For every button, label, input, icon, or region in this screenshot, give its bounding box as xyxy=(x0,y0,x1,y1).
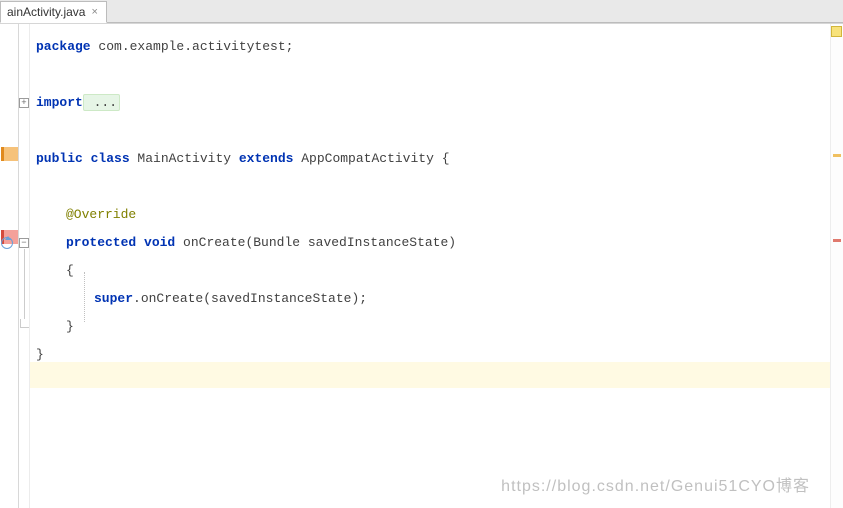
code-line: import ... xyxy=(30,88,830,116)
close-icon[interactable]: × xyxy=(91,2,97,22)
code-line: package com.example.activitytest; xyxy=(30,32,830,60)
editor: + − package com.example.activitytest; im… xyxy=(0,23,843,508)
class-name: MainActivity xyxy=(130,151,239,166)
fold-strip: + − xyxy=(19,24,30,508)
watermark-text: https://blog.csdn.net/Genui51CYO博客 xyxy=(501,472,810,496)
caret-line-highlight xyxy=(30,362,830,388)
keyword-protected: protected xyxy=(66,235,136,250)
file-tab[interactable]: ainActivity.java × xyxy=(0,1,107,23)
superclass-name: AppCompatActivity xyxy=(293,151,441,166)
keyword-public: public xyxy=(36,151,83,166)
brace-open: { xyxy=(442,151,450,166)
keyword-super: super xyxy=(94,291,133,306)
keyword-void: void xyxy=(136,235,175,250)
folded-imports[interactable]: ... xyxy=(83,94,120,111)
code-line: protected void onCreate(Bundle savedInst… xyxy=(30,228,830,256)
brace-close: } xyxy=(66,319,74,334)
blank-line xyxy=(30,172,830,200)
super-call: .onCreate(savedInstanceState) xyxy=(133,291,359,306)
fold-toggle-imports[interactable]: + xyxy=(19,98,29,108)
fold-end-marker xyxy=(20,319,29,328)
fold-guide-line xyxy=(24,249,25,319)
keyword-class: class xyxy=(83,151,130,166)
tab-label: ainActivity.java xyxy=(7,2,85,22)
fold-toggle-method[interactable]: − xyxy=(19,238,29,248)
scrollbar-marker-strip[interactable] xyxy=(830,24,843,508)
keyword-package: package xyxy=(36,39,91,54)
code-line: super.onCreate(savedInstanceState); xyxy=(30,284,830,312)
brace-open: { xyxy=(66,263,74,278)
semicolon: ; xyxy=(359,291,367,306)
override-icon[interactable] xyxy=(1,237,13,249)
code-line: } xyxy=(30,312,830,340)
brace-close: } xyxy=(36,347,44,362)
code-area[interactable]: package com.example.activitytest; import… xyxy=(30,24,830,508)
analysis-status-icon[interactable] xyxy=(831,26,842,37)
tab-bar: ainActivity.java × xyxy=(0,0,843,23)
keyword-import: import xyxy=(36,95,83,110)
strip-error-marker[interactable] xyxy=(833,239,841,242)
package-name: com.example.activitytest xyxy=(91,39,286,54)
blank-line xyxy=(30,60,830,88)
code-line: public class MainActivity extends AppCom… xyxy=(30,144,830,172)
indent-guide xyxy=(84,272,85,322)
keyword-extends: extends xyxy=(239,151,294,166)
code-line: @Override xyxy=(30,200,830,228)
strip-warning-marker[interactable] xyxy=(833,154,841,157)
gutter-warning-marker[interactable] xyxy=(1,147,18,161)
gutter xyxy=(0,24,19,508)
semicolon: ; xyxy=(286,39,294,54)
blank-line xyxy=(30,116,830,144)
code-line: { xyxy=(30,256,830,284)
annotation-override: @Override xyxy=(66,207,136,222)
method-signature: onCreate(Bundle savedInstanceState) xyxy=(175,235,456,250)
